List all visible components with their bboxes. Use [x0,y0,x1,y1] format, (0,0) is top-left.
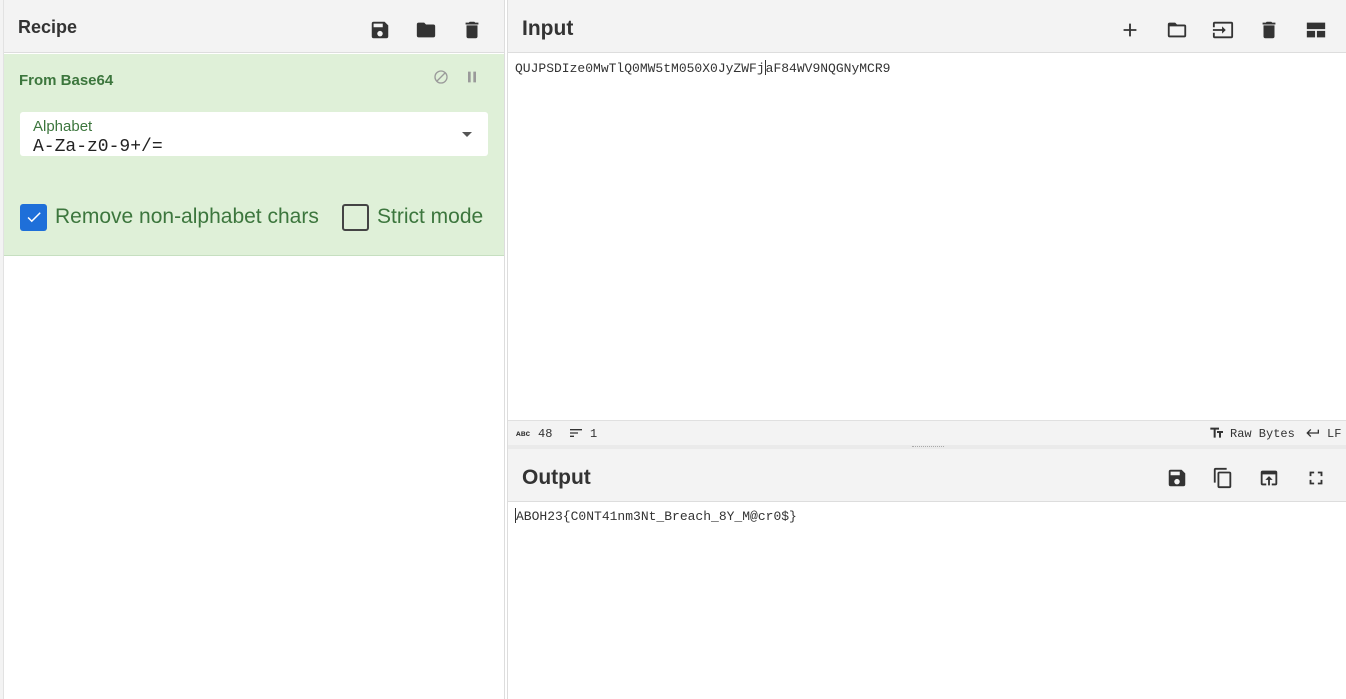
clear-recipe-button[interactable] [459,17,485,43]
fullscreen-icon [1309,471,1323,485]
save-recipe-button[interactable] [367,17,393,43]
input-encoding[interactable]: Raw Bytes [1230,427,1295,441]
trash-icon [465,21,479,39]
abc-icon: ᴀʙᴄ [516,429,531,438]
alphabet-label: Alphabet [33,118,93,135]
input-textarea[interactable]: QUJPSDIze0MwTlQ0MW5tM050X0JyZWFjaF84WV9N… [508,53,1346,420]
recipe-title: Recipe [18,17,78,37]
trash-icon [1262,21,1276,39]
save-icon [1168,469,1186,487]
breakpoint-button[interactable] [463,68,481,86]
splitter-grip[interactable] [912,446,944,448]
cyberchef-app: Recipe From Base64 Alphabet A-Za-z0-9+/= [0,0,1346,699]
open-folder-button[interactable] [1164,17,1190,43]
remove-non-alphabet-checkbox[interactable] [20,203,47,231]
pause-icon [468,71,476,83]
strict-mode-label: Strict mode [377,205,484,228]
recipe-header: Recipe [4,0,504,53]
recipe-panel: Recipe From Base64 Alphabet A-Za-z0-9+/= [0,0,505,699]
save-icon [371,21,389,39]
strict-mode-checkbox[interactable] [342,203,369,231]
copy-icon [1213,467,1232,489]
output-textarea[interactable]: ABOH23{C0NT41nm3Nt_Breach_8Y_M@cr0$} [508,502,1346,699]
eol-icon[interactable] [1305,425,1321,444]
load-recipe-button[interactable] [413,17,439,43]
maximize-output-button[interactable] [1303,465,1329,491]
dropdown-caret-icon[interactable] [462,132,472,137]
input-lines: 1 [590,427,598,441]
output-title: Output [522,466,591,489]
text-type-icon[interactable] [1209,425,1225,444]
layout-icon [1306,22,1326,38]
input-title: Input [522,17,574,40]
disable-icon [434,70,448,84]
replace-input-with-output-button[interactable] [1256,465,1282,491]
input-status-bar: ᴀʙᴄ 48 1 Raw Bytes LF [508,420,1346,445]
operation-title: From Base64 [19,72,114,89]
input-header: Input [508,0,1346,53]
reset-layout-button[interactable] [1303,17,1329,43]
operation-from-base64[interactable]: From Base64 Alphabet A-Za-z0-9+/= Remove… [4,54,504,256]
lines-icon [568,425,584,444]
input-text[interactable]: QUJPSDIze0MwTlQ0MW5tM050X0JyZWFjaF84WV9N… [515,60,890,76]
alphabet-value[interactable]: A-Za-z0-9+/= [33,137,163,157]
strict-mode-checkbox-row[interactable]: Strict mode [342,202,483,232]
plus-icon [1123,23,1137,37]
input-length: 48 [538,427,553,441]
add-input-tab-button[interactable] [1117,17,1143,43]
remove-non-alphabet-checkbox-row[interactable]: Remove non-alphabet chars [20,202,319,232]
open-file-button[interactable] [1210,17,1236,43]
output-text[interactable]: ABOH23{C0NT41nm3Nt_Breach_8Y_M@cr0$} [515,508,797,524]
checkmark-icon [27,212,41,223]
remove-non-alphabet-label: Remove non-alphabet chars [55,205,319,228]
folder-icon [416,22,436,38]
io-panel: Input QUJPSDIze0MwTlQ0MW5tM050X0JyZWFjaF… [507,0,1346,699]
save-output-button[interactable] [1164,465,1190,491]
input-file-icon [1212,21,1234,39]
alphabet-select[interactable]: Alphabet A-Za-z0-9+/= [20,112,488,157]
folder-outline-icon [1167,22,1187,38]
disable-operation-button[interactable] [432,68,450,86]
clear-input-button[interactable] [1256,17,1282,43]
input-eol[interactable]: LF [1327,427,1341,441]
output-header: Output [508,449,1346,502]
copy-output-button[interactable] [1210,465,1236,491]
open-in-icon [1260,470,1278,486]
alphabet-underline [20,165,446,166]
